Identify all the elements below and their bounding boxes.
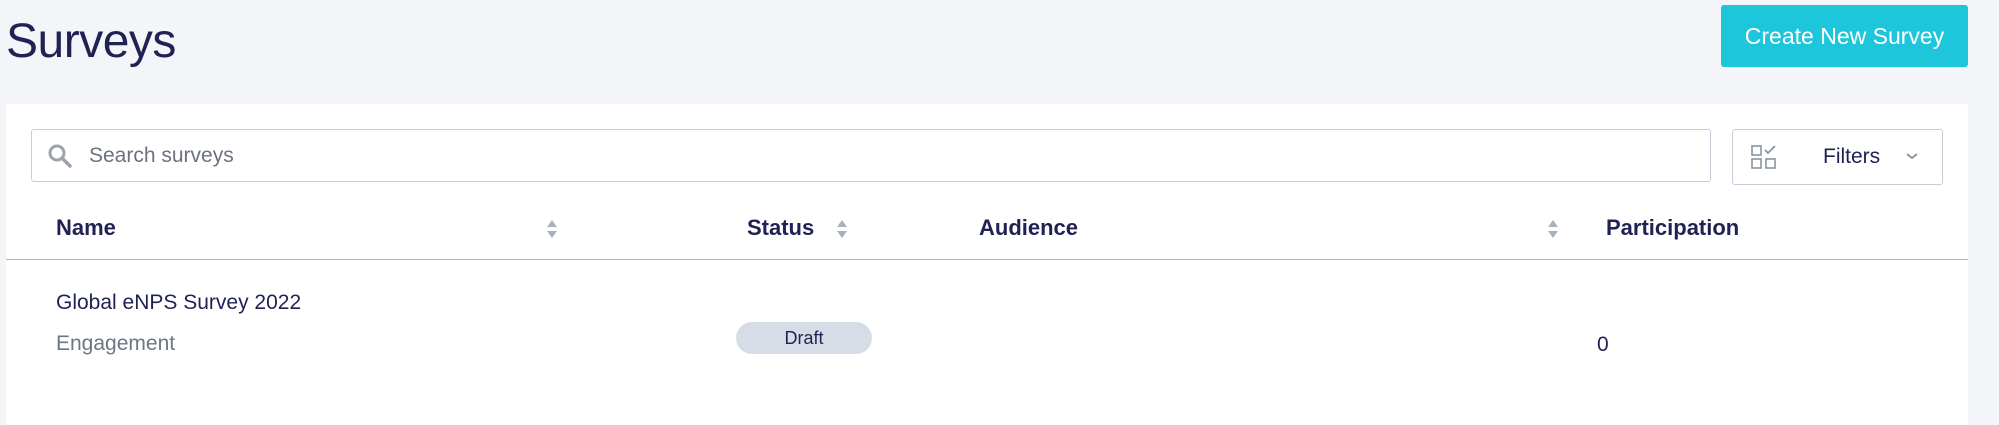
chevron-down-icon (1904, 146, 1920, 166)
page-title: Surveys (6, 15, 176, 68)
search-box[interactable] (31, 129, 1711, 182)
column-header-name[interactable]: Name (56, 212, 116, 244)
participation-value: 0 (1597, 333, 1609, 356)
sort-icon[interactable] (1546, 218, 1560, 240)
filters-label: Filters (1823, 145, 1881, 168)
surveys-page: Surveys Create New Survey Filters (0, 0, 1999, 425)
column-header-status[interactable]: Status (747, 212, 814, 244)
sort-icon[interactable] (545, 218, 559, 240)
table-row[interactable]: Global eNPS Survey 2022 Engagement Draft… (6, 260, 1968, 425)
filters-dropdown[interactable]: Filters (1732, 129, 1943, 185)
search-input[interactable] (87, 129, 1710, 182)
filter-grid-icon (1749, 142, 1779, 172)
surveys-card: Filters Name Status (6, 104, 1968, 425)
table-header: Name Status Audience Participation (6, 204, 1968, 260)
search-icon (45, 141, 75, 171)
create-new-survey-button[interactable]: Create New Survey (1721, 5, 1968, 67)
status-badge: Draft (736, 322, 872, 354)
column-header-audience[interactable]: Audience (979, 212, 1078, 244)
sort-icon[interactable] (835, 218, 849, 240)
survey-type: Engagement (56, 332, 176, 355)
survey-name[interactable]: Global eNPS Survey 2022 (56, 288, 301, 318)
column-header-participation: Participation (1606, 215, 1740, 240)
